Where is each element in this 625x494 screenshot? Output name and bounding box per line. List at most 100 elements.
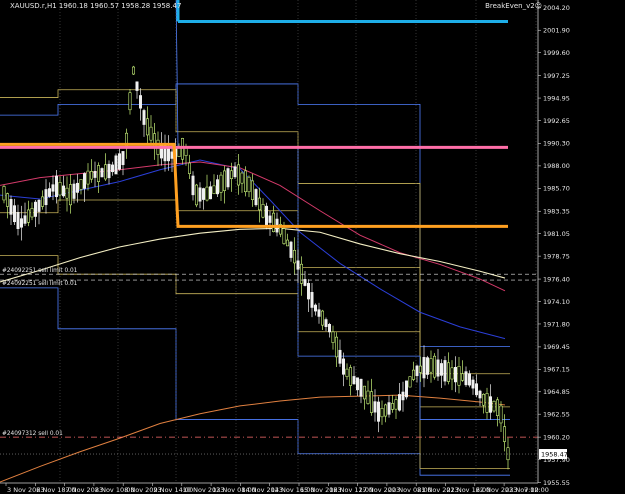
- candle-body: [188, 162, 192, 174]
- candle-body: [54, 175, 58, 198]
- band-yellow-upper: [0, 89, 510, 375]
- candle-body: [394, 399, 398, 410]
- price-tick-label: 1978.75: [543, 252, 570, 260]
- candle-body: [429, 358, 433, 373]
- candle-body: [327, 324, 331, 333]
- candle-body: [191, 175, 195, 196]
- price-tick-label: 1976.40: [543, 275, 570, 283]
- candle-body: [422, 357, 426, 379]
- candle-body: [432, 355, 436, 378]
- candle-body: [359, 378, 363, 397]
- candle-body: [13, 205, 17, 223]
- candle-body: [261, 204, 265, 218]
- price-tick-label: 1988.00: [543, 162, 570, 170]
- candle-body: [100, 168, 104, 178]
- indicator-name: BreakEven_v2: [485, 2, 535, 10]
- candle-body: [499, 405, 503, 424]
- price-tick-label: 1969.45: [543, 343, 570, 351]
- candle-body: [69, 184, 73, 206]
- candle-body: [79, 179, 83, 190]
- ma-long-line: [0, 394, 506, 483]
- candle-body: [139, 95, 143, 109]
- candle-body: [97, 165, 101, 182]
- candle-body: [380, 407, 384, 418]
- trade-label-lower: #24097312 sell 0.01: [2, 431, 63, 437]
- candle-body: [128, 92, 132, 111]
- candle-body: [436, 359, 440, 377]
- candle-body: [146, 118, 150, 136]
- candle-body: [460, 373, 464, 381]
- candle-body: [195, 184, 199, 206]
- candle-body: [44, 189, 48, 206]
- candle-body: [209, 186, 213, 200]
- candle-body: [418, 365, 422, 373]
- price-tick-label: 1964.85: [543, 388, 570, 396]
- candle-body: [397, 394, 401, 411]
- price-tick-label: 1999.60: [543, 49, 570, 57]
- price-tick-label: 1974.10: [543, 298, 570, 306]
- candle-body: [2, 186, 6, 201]
- candle-body: [485, 393, 489, 413]
- candle-body: [212, 185, 216, 194]
- candle-body: [345, 368, 349, 377]
- current-price-label: 1958.47: [541, 450, 568, 458]
- candle-body: [467, 373, 471, 386]
- candle-body: [76, 182, 80, 193]
- candle-body: [142, 110, 146, 125]
- candle-body: [233, 166, 237, 178]
- candle-body: [37, 199, 41, 212]
- candle-body: [72, 183, 76, 199]
- candle-body: [390, 403, 394, 410]
- candle-body: [264, 205, 268, 227]
- candle-body: [425, 357, 429, 375]
- candle-body: [86, 170, 90, 185]
- candle-body: [366, 390, 370, 404]
- band-spike-blue: [175, 0, 510, 420]
- candle-body: [450, 367, 454, 380]
- symbol-title: XAUUSD.r,H1 1960.18 1960.57 1958.28 1958…: [10, 2, 182, 10]
- level-lines: #24092251 sell limit 0.01 #24092251 sell …: [0, 0, 538, 455]
- candle-body: [481, 393, 485, 406]
- candle-body: [310, 292, 314, 308]
- candle-body: [289, 241, 293, 258]
- price-tick-label: 1983.35: [543, 208, 570, 216]
- candle-body: [6, 193, 10, 207]
- candle-body: [90, 171, 94, 180]
- candle-body: [111, 164, 115, 173]
- candle-body: [453, 367, 457, 383]
- price-tick-label: 1960.20: [543, 433, 570, 441]
- candle-body: [306, 283, 310, 300]
- candle-body: [369, 391, 373, 413]
- candle-body: [443, 360, 447, 382]
- candle-body: [404, 380, 408, 398]
- candle-body: [268, 215, 272, 223]
- chart-window[interactable]: #24092251 sell limit 0.01 #24092251 sell …: [0, 0, 625, 494]
- candle-body: [149, 126, 153, 141]
- price-chart[interactable]: #24092251 sell limit 0.01 #24092251 sell …: [0, 0, 625, 494]
- time-last-label: 7:00: [524, 486, 539, 494]
- candle-body: [341, 358, 345, 375]
- candle-body: [47, 188, 51, 197]
- candle-body: [40, 196, 44, 207]
- candle-body: [383, 404, 387, 417]
- candle-body: [33, 201, 37, 217]
- candle-body: [401, 391, 405, 401]
- candle-body: [282, 228, 286, 244]
- candle-body: [247, 176, 251, 193]
- candle-body: [457, 366, 461, 386]
- candle-body: [244, 170, 248, 193]
- price-tick-label: 1992.65: [543, 117, 570, 125]
- trade-label-upper: #24092251 sell limit 0.01: [2, 268, 78, 274]
- candle-body: [226, 168, 230, 188]
- candle-body: [121, 151, 125, 166]
- candle-body: [320, 310, 324, 326]
- candle-body: [313, 304, 317, 312]
- candle-body: [104, 164, 108, 180]
- candle-body: [65, 187, 69, 199]
- candle-body: [205, 186, 209, 201]
- candle-body: [387, 402, 391, 415]
- candle-body: [331, 331, 335, 343]
- candle-body: [202, 188, 206, 200]
- candle-body: [317, 309, 321, 317]
- price-tick-label: 1971.80: [543, 320, 570, 328]
